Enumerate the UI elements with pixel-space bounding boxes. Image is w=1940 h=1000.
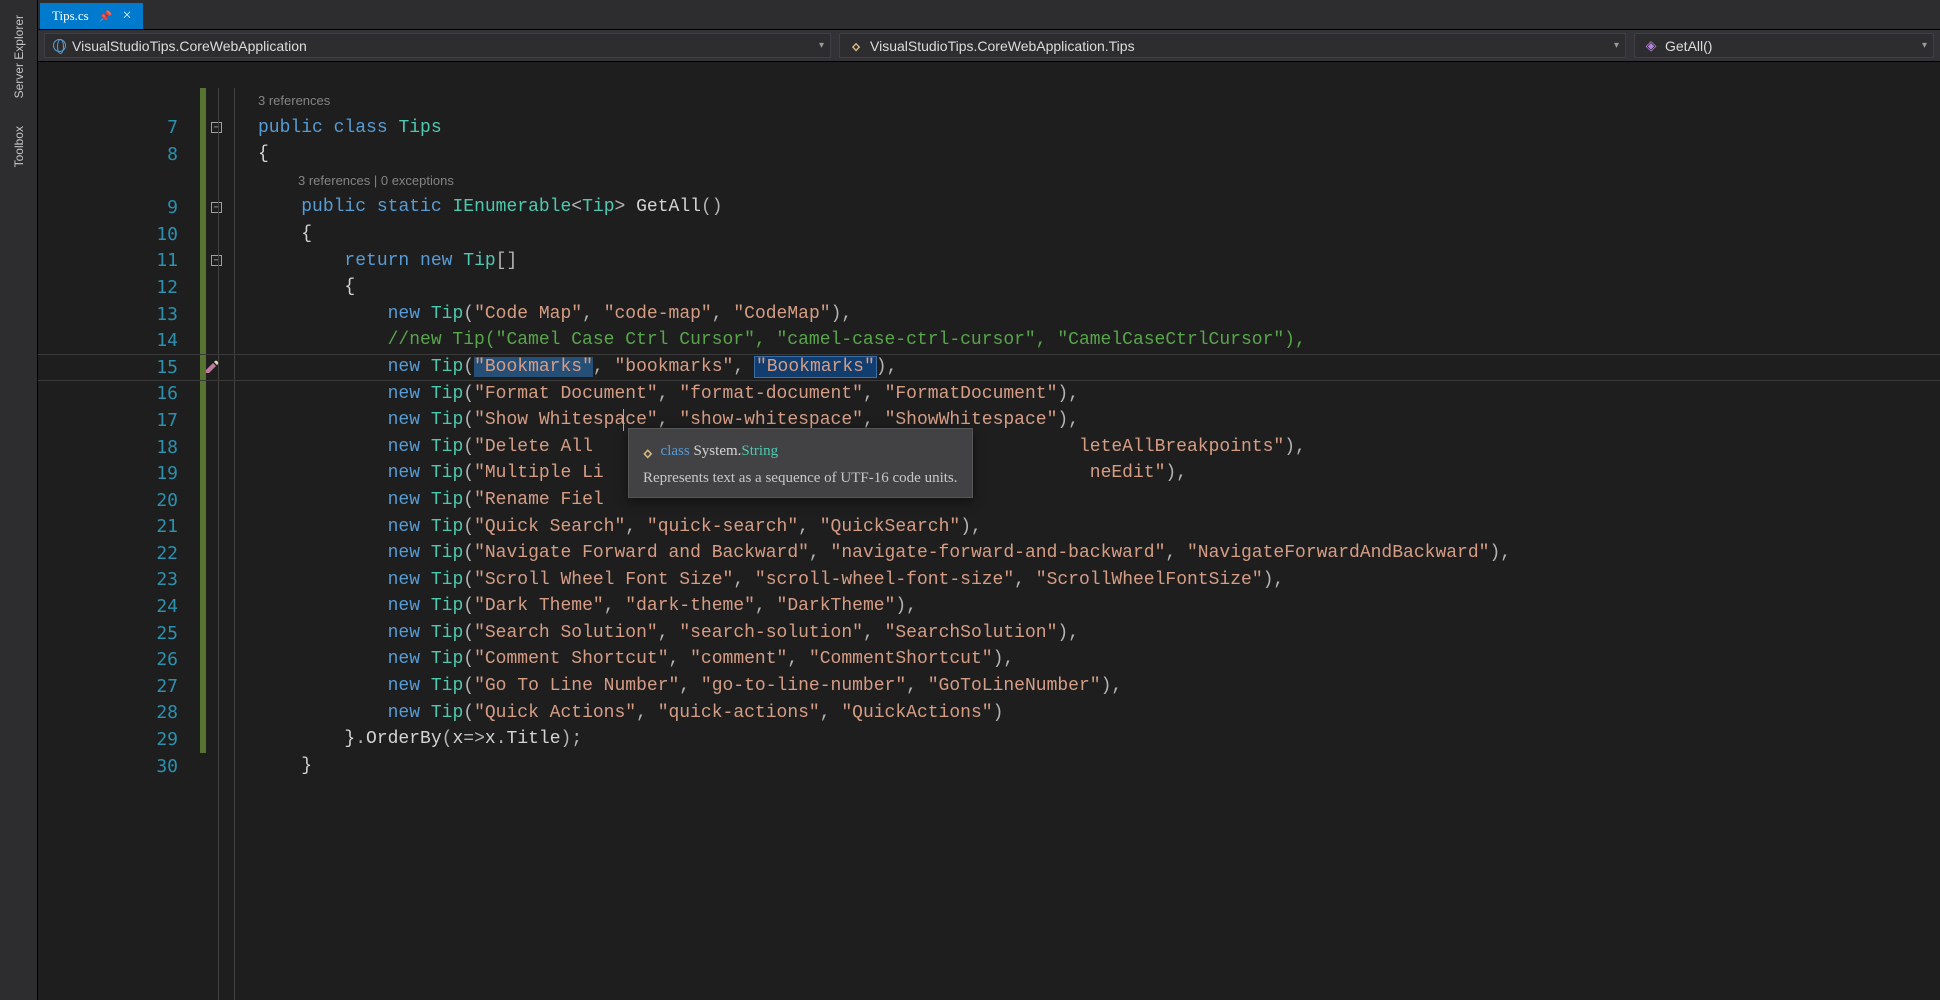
side-rail: Server Explorer Toolbox	[0, 0, 38, 1000]
pin-icon[interactable]: 📌	[99, 10, 113, 23]
code-line[interactable]: }	[258, 753, 1940, 780]
app-root: Server Explorer Toolbox Tips.cs 📌 × Visu…	[0, 0, 1940, 1000]
document-tab-active[interactable]: Tips.cs 📌 ×	[40, 3, 143, 29]
tooltip-typename: String	[741, 443, 778, 459]
chevron-down-icon: ▾	[1922, 40, 1927, 51]
line-number: 24	[38, 593, 198, 620]
code-line[interactable]: new Tip("Go To Line Number", "go-to-line…	[258, 673, 1940, 700]
document-tabstrip: Tips.cs 📌 ×	[38, 0, 1940, 30]
line-number: 11−	[38, 248, 198, 275]
line-number: 17	[38, 407, 198, 434]
navbar-class-dropdown[interactable]: 🝔 VisualStudioTips.CoreWebApplication.Ti…	[839, 33, 1626, 58]
code-line[interactable]: new Tip("Navigate Forward and Backward",…	[258, 540, 1940, 567]
code-line[interactable]: new Tip("Delete All leteAllBreakpoints")…	[258, 434, 1940, 461]
code-line[interactable]: new Tip("Search Solution", "search-solut…	[258, 620, 1940, 647]
line-number: 30	[38, 753, 198, 780]
code-line[interactable]: new Tip("Multiple Li neEdit"),	[258, 460, 1940, 487]
line-number: 10	[38, 221, 198, 248]
quickinfo-tooltip: 🝔 class System.String Represents text as…	[628, 428, 973, 498]
line-number: 14	[38, 327, 198, 354]
code-line[interactable]: }.OrderBy(x=>x.Title);	[258, 726, 1940, 753]
line-number: 12	[38, 274, 198, 301]
line-number: 13	[38, 301, 198, 328]
chevron-down-icon: ▾	[819, 40, 824, 51]
navbar-member-dropdown[interactable]: ◈ GetAll() ▾	[1634, 33, 1934, 58]
code-line[interactable]: //new Tip("Camel Case Ctrl Cursor", "cam…	[258, 327, 1940, 354]
line-number: 16	[38, 381, 198, 408]
line-number: 19	[38, 460, 198, 487]
code-line[interactable]: new Tip("Code Map", "code-map", "CodeMap…	[258, 301, 1940, 328]
codelens-indicator[interactable]: 3 references	[258, 88, 1940, 115]
line-number: 25	[38, 620, 198, 647]
navbar-member-label: GetAll()	[1665, 38, 1712, 54]
codelens-indicator[interactable]: 3 references | 0 exceptions	[258, 168, 1940, 195]
code-line[interactable]: new Tip("Bookmarks", "bookmarks", "Bookm…	[258, 354, 1940, 381]
tab-label: Tips.cs	[52, 8, 89, 24]
line-number: 9−	[38, 194, 198, 221]
line-number: 27	[38, 673, 198, 700]
code-line[interactable]: public static IEnumerable<Tip> GetAll()	[258, 194, 1940, 221]
line-number: 7−	[38, 115, 198, 142]
tooltip-kind: class	[661, 443, 690, 459]
close-icon[interactable]: ×	[122, 8, 131, 24]
class-icon: 🝔	[848, 38, 864, 54]
class-icon: 🝔	[643, 437, 653, 466]
main-column: Tips.cs 📌 × VisualStudioTips.CoreWebAppl…	[38, 0, 1940, 1000]
code-line[interactable]: {	[258, 274, 1940, 301]
code-line[interactable]: new Tip("Rename Fiel	[258, 487, 1940, 514]
code-editor[interactable]: 7−8 9−1011−121314151617181920212223242526…	[38, 62, 1940, 1000]
code-line[interactable]: new Tip("Quick Actions", "quick-actions"…	[258, 700, 1940, 727]
code-line[interactable]: return new Tip[]	[258, 248, 1940, 275]
code-line[interactable]: public class Tips	[258, 115, 1940, 142]
code-line[interactable]: {	[258, 141, 1940, 168]
code-line[interactable]: new Tip("Show Whitespace", "show-whitesp…	[258, 407, 1940, 434]
navbar-project-dropdown[interactable]: VisualStudioTips.CoreWebApplication ▾	[44, 33, 831, 58]
project-icon	[53, 39, 66, 52]
line-number: 20	[38, 487, 198, 514]
side-tab-toolbox[interactable]: Toolbox	[9, 115, 29, 178]
code-line[interactable]: new Tip("Comment Shortcut", "comment", "…	[258, 646, 1940, 673]
line-number: 29	[38, 726, 198, 753]
line-number: 28	[38, 700, 198, 727]
chevron-down-icon: ▾	[1614, 40, 1619, 51]
text-caret	[623, 409, 624, 431]
editor-gutter: 7−8 9−1011−121314151617181920212223242526…	[38, 62, 198, 1000]
line-number: 22	[38, 540, 198, 567]
navigation-bar: VisualStudioTips.CoreWebApplication ▾ 🝔 …	[38, 30, 1940, 62]
code-line[interactable]: new Tip("Format Document", "format-docum…	[258, 381, 1940, 408]
code-line[interactable]: new Tip("Scroll Wheel Font Size", "scrol…	[258, 567, 1940, 594]
code-line[interactable]: new Tip("Dark Theme", "dark-theme", "Dar…	[258, 593, 1940, 620]
code-line[interactable]: new Tip("Quick Search", "quick-search", …	[258, 514, 1940, 541]
line-number: 8	[38, 141, 198, 168]
navbar-project-label: VisualStudioTips.CoreWebApplication	[72, 38, 307, 54]
line-number: 15	[38, 354, 198, 381]
line-number: 18	[38, 434, 198, 461]
tooltip-namespace: System.	[693, 443, 741, 459]
navbar-class-label: VisualStudioTips.CoreWebApplication.Tips	[870, 38, 1135, 54]
method-icon: ◈	[1643, 38, 1659, 54]
tooltip-description: Represents text as a sequence of UTF-16 …	[643, 470, 958, 487]
line-number: 21	[38, 514, 198, 541]
line-number: 23	[38, 567, 198, 594]
line-number: 26	[38, 646, 198, 673]
code-surface[interactable]: 3 referencespublic class Tips{3 referenc…	[198, 62, 1940, 1000]
side-tab-server-explorer[interactable]: Server Explorer	[9, 4, 29, 109]
code-line[interactable]: {	[258, 221, 1940, 248]
